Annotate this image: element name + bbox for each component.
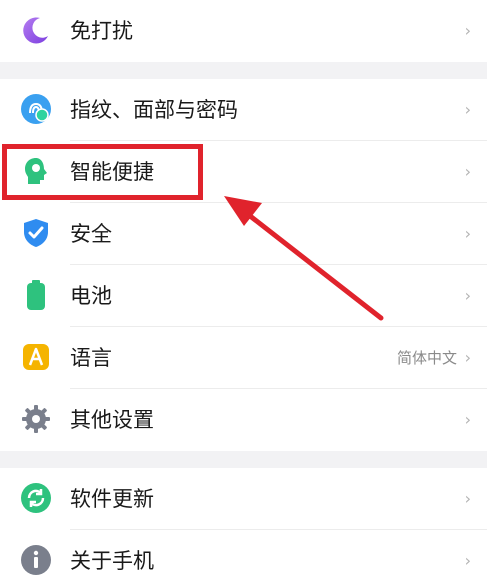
settings-item-label: 免打扰: [70, 19, 133, 43]
settings-item-label: 其他设置: [70, 408, 154, 432]
chevron-right-icon: ›: [464, 224, 471, 243]
language-value: 简体中文: [396, 349, 457, 367]
chevron-right-icon: ›: [464, 100, 471, 119]
chevron-right-icon: ›: [464, 551, 471, 570]
settings-item-label: 指纹、面部与密码: [70, 98, 238, 122]
settings-item-fingerprint-face-password[interactable]: 指纹、面部与密码 ›: [0, 79, 487, 141]
gear-icon: [20, 403, 52, 435]
settings-item-about-phone[interactable]: 关于手机 ›: [0, 530, 487, 588]
settings-item-label: 软件更新: [70, 487, 154, 511]
settings-item-battery[interactable]: 电池 ›: [0, 265, 487, 327]
section-divider: [0, 62, 487, 79]
settings-item-security[interactable]: 安全 ›: [0, 203, 487, 265]
chevron-right-icon: ›: [464, 286, 471, 305]
settings-item-language[interactable]: 语言 简体中文 ›: [0, 327, 487, 389]
chevron-right-icon: ›: [464, 348, 471, 367]
highlight-rectangle: [2, 144, 203, 200]
update-sync-icon: [20, 482, 52, 514]
settings-item-other-settings[interactable]: 其他设置 ›: [0, 389, 487, 451]
settings-page: 免打扰 › 指纹、面部与密码 › 智能便捷 › 安全 › 电池 › 语言 简体中…: [0, 0, 487, 588]
chevron-right-icon: ›: [464, 410, 471, 429]
moon-icon: [20, 14, 52, 46]
chevron-right-icon: ›: [464, 489, 471, 508]
settings-item-label: 电池: [70, 284, 112, 308]
settings-item-label: 关于手机: [70, 549, 154, 573]
language-a-icon: [20, 341, 52, 373]
section-divider: [0, 451, 487, 468]
settings-item-do-not-disturb[interactable]: 免打扰 ›: [0, 0, 487, 62]
chevron-right-icon: ›: [464, 162, 471, 181]
info-icon: [20, 544, 52, 576]
chevron-right-icon: ›: [464, 21, 471, 40]
fingerprint-face-icon: [20, 93, 52, 125]
settings-item-label: 语言: [70, 346, 112, 370]
settings-item-label: 安全: [70, 222, 112, 246]
battery-icon: [20, 279, 52, 311]
shield-check-icon: [20, 217, 52, 249]
settings-item-software-update[interactable]: 软件更新 ›: [0, 468, 487, 530]
